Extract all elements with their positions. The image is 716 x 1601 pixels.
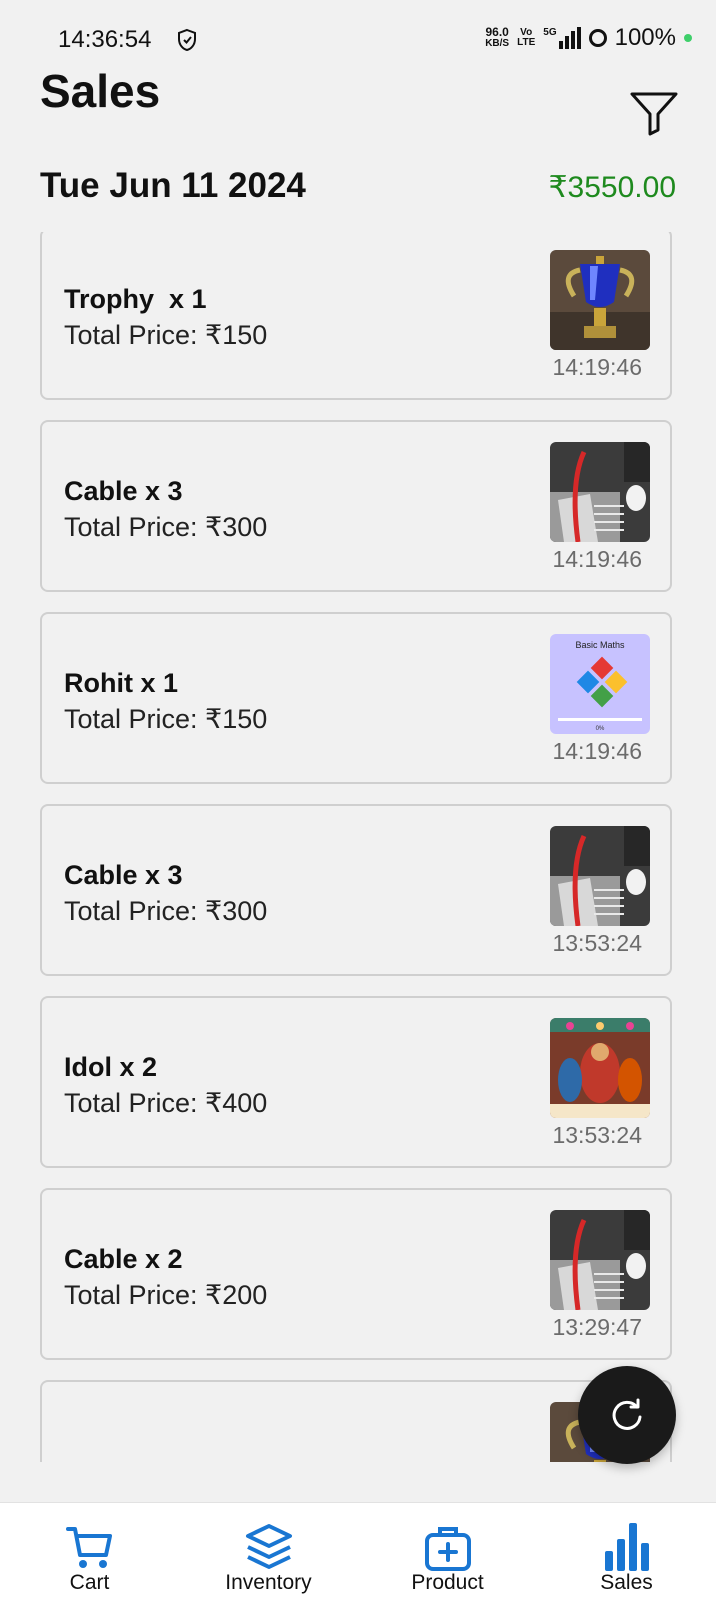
sale-time: 14:19:46 [552,738,642,764]
network-speed-value: 96.0 [485,25,509,39]
volte-indicator: Vo LTE [517,28,535,48]
layers-icon [245,1524,292,1569]
product-thumbnail [550,826,650,926]
cart-icon [65,1527,112,1568]
sale-time: 14:19:46 [552,354,642,380]
nav-product[interactable]: Product [358,1503,537,1601]
date-heading: Tue Jun 11 2024 [40,166,306,205]
signal-bar-3 [570,31,575,49]
sale-card[interactable]: Trophy x 1 Total Price: ₹150 14:19:46 [40,232,672,400]
signal-icon: 5G [543,27,581,49]
sale-title: Idol x 2 [64,1052,158,1082]
sale-card[interactable]: Idol x 2 Total Price: ₹400 13:53:24 [40,996,672,1168]
medkit-icon [424,1527,471,1571]
nav-cart-label: Cart [69,1571,110,1594]
sale-time: 13:53:24 [552,1122,642,1148]
signal-bar-4 [576,27,581,49]
sales-list[interactable]: Trophy x 1 Total Price: ₹150 14:19:46 Cable… [40,232,676,1462]
nav-inventory[interactable]: Inventory [179,1503,358,1601]
battery-icon [588,29,607,47]
sale-total-price: Total Price: ₹300 [64,512,268,542]
sale-title: Trophy x 1 [64,284,207,314]
nav-inventory-label: Inventory [225,1571,312,1594]
sale-card[interactable]: Rohit x 1 Total Price: ₹150 Basic Maths 0% 1… [40,612,672,784]
sale-title: Cable x 3 [64,860,183,890]
sale-card[interactable]: Cable x 3 Total Price: ₹300 14:19:46 [40,420,672,592]
maths-thumb-progress: 0% [596,726,605,732]
bottom-nav: Cart Inventory Product Sales [0,1502,716,1601]
signal-bar-2 [564,36,569,49]
sale-title: Cable x 2 [64,1244,183,1274]
volte-bottom: LTE [517,37,536,48]
filter-button[interactable] [628,90,680,136]
sale-card[interactable]: Cable x 3 Total Price: ₹300 13:53:24 [40,804,672,976]
product-thumbnail [550,1018,650,1118]
status-time: 14:36:54 [58,26,152,53]
network-speed: 96.0 KB/S [485,25,510,49]
privacy-dot-icon [684,34,692,42]
page-title: Sales [40,65,161,117]
sale-total-price: Total Price: ₹200 [64,1280,268,1310]
sale-card[interactable] [40,1380,672,1462]
sale-time: 13:53:24 [552,930,642,956]
product-thumbnail: Basic Maths 0% [550,634,650,734]
nav-cart[interactable]: Cart [0,1503,179,1601]
filter-funnel-icon [630,92,678,136]
sale-time: 14:19:46 [552,546,642,572]
product-thumbnail [550,1210,650,1310]
nav-product-label: Product [411,1571,484,1594]
status-icons: 96.0 KB/S Vo LTE 5G 100% [485,24,692,52]
product-thumbnail [550,250,650,350]
refresh-icon [612,1398,642,1430]
nav-sales-label: Sales [600,1571,653,1594]
sale-time: 13:29:47 [552,1314,642,1340]
sale-total-price: Total Price: ₹150 [64,320,268,350]
maths-thumb-title: Basic Maths [575,640,625,650]
sale-total-price: Total Price: ₹300 [64,896,268,926]
nav-sales[interactable]: Sales [537,1503,716,1601]
sale-title: Cable x 3 [64,476,183,506]
refresh-button[interactable] [578,1366,676,1464]
day-total: ₹3550.00 [548,171,676,204]
sale-card[interactable]: Cable x 2 Total Price: ₹200 13:29:47 [40,1188,672,1360]
shield-icon [178,28,196,52]
product-thumbnail [550,442,650,542]
sale-total-price: Total Price: ₹150 [64,704,268,734]
bar-chart-icon [604,1523,649,1571]
network-speed-unit: KB/S [485,38,510,49]
network-type: 5G [543,27,557,38]
signal-bar-1 [558,41,563,49]
sale-total-price: Total Price: ₹400 [64,1088,268,1118]
battery-level: 100% [614,24,676,51]
sale-title: Rohit x 1 [64,668,179,698]
